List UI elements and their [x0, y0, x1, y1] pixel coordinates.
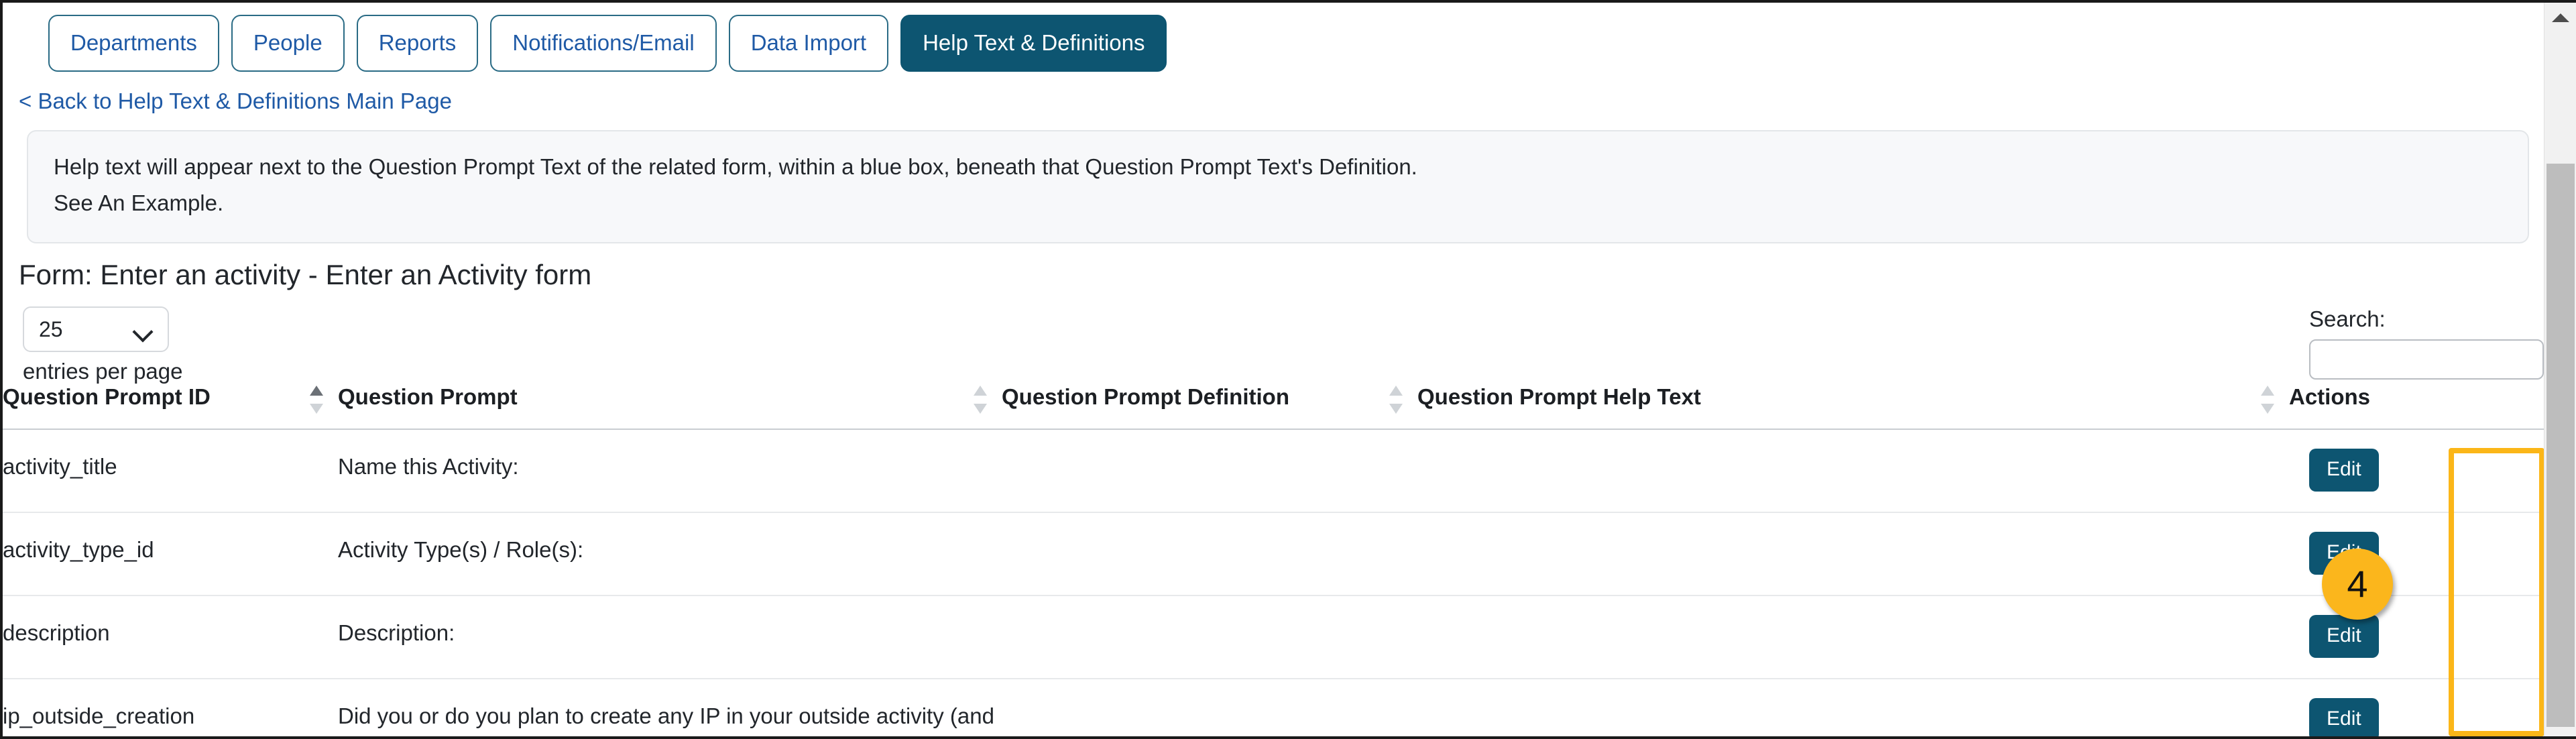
column-header-question-prompt[interactable]: Question Prompt: [338, 384, 1002, 430]
sort-none-icon: [2261, 385, 2274, 414]
column-label: Question Prompt: [338, 384, 518, 409]
search-label: Search:: [2309, 306, 2386, 331]
sort-ascending-icon: [310, 385, 323, 414]
cell-question-prompt: Name this Activity:: [338, 429, 1002, 513]
cell-question-prompt-help-text: [1417, 429, 2289, 513]
table-head: Question Prompt ID Question Prompt Quest…: [3, 384, 2544, 430]
page-length-control: 25 entries per page: [23, 306, 183, 382]
entries-per-page-value: 25: [39, 317, 63, 341]
entries-per-page-label: entries per page: [23, 358, 183, 384]
back-to-main-page-link[interactable]: < Back to Help Text & Definitions Main P…: [19, 90, 452, 112]
table-row: activity_type_id Activity Type(s) / Role…: [3, 512, 2544, 596]
info-panel-line-1: Help text will appear next to the Questi…: [54, 154, 1417, 179]
sort-none-icon: [974, 385, 987, 414]
column-header-question-prompt-definition[interactable]: Question Prompt Definition: [1002, 384, 1417, 430]
cell-question-prompt-help-text: [1417, 679, 2289, 736]
table-row: ip_outside_creation Did you or do you pl…: [3, 679, 2544, 736]
cell-question-prompt-help-text: [1417, 512, 2289, 596]
tab-departments[interactable]: Departments: [48, 15, 219, 72]
cell-question-prompt-help-text: [1417, 595, 2289, 679]
page-title: Form: Enter an activity - Enter an Activ…: [19, 258, 592, 290]
tab-notifications-email[interactable]: Notifications/Email: [490, 15, 717, 72]
cell-question-prompt: Description:: [338, 595, 1002, 679]
table-header-row: Question Prompt ID Question Prompt Quest…: [3, 384, 2544, 430]
edit-button[interactable]: Edit: [2309, 614, 2379, 658]
browser-viewport: Departments People Reports Notifications…: [0, 0, 2576, 739]
entries-per-page-select[interactable]: 25: [23, 306, 169, 352]
column-header-question-prompt-help-text[interactable]: Question Prompt Help Text: [1417, 384, 2289, 430]
column-header-actions: Actions: [2289, 384, 2544, 430]
cell-question-prompt-id: activity_title: [3, 429, 338, 513]
tab-data-import[interactable]: Data Import: [728, 15, 889, 72]
cell-actions: Edit: [2289, 679, 2544, 736]
cell-question-prompt: Activity Type(s) / Role(s):: [338, 512, 1002, 596]
edit-button[interactable]: Edit: [2309, 697, 2379, 736]
table-row: description Description: Edit: [3, 595, 2544, 679]
help-text-table: Question Prompt ID Question Prompt Quest…: [3, 384, 2544, 736]
table-body: activity_title Name this Activity: Edit …: [3, 429, 2544, 736]
search-input[interactable]: [2309, 339, 2544, 380]
chevron-down-icon: [132, 321, 154, 343]
cell-question-prompt-definition: [1002, 429, 1417, 513]
scroll-up-arrow-icon[interactable]: [2551, 13, 2569, 22]
info-panel-line-2: See An Example.: [54, 190, 224, 216]
vertical-scrollbar[interactable]: [2544, 3, 2576, 736]
settings-tab-bar: Departments People Reports Notifications…: [3, 3, 2544, 72]
cell-question-prompt-id: ip_outside_creation: [3, 703, 195, 728]
tab-help-text-definitions[interactable]: Help Text & Definitions: [900, 15, 1167, 72]
step-number-badge: 4: [2322, 549, 2393, 620]
tab-people[interactable]: People: [231, 15, 345, 72]
cell-actions: Edit: [2289, 429, 2544, 513]
cell-question-prompt: Did you or do you plan to create any IP …: [338, 703, 994, 728]
column-label: Question Prompt Definition: [1002, 384, 1289, 409]
column-header-question-prompt-id[interactable]: Question Prompt ID: [3, 384, 338, 430]
scrollbar-thumb[interactable]: [2546, 164, 2575, 727]
cell-question-prompt-id: activity_type_id: [3, 512, 338, 596]
cell-question-prompt-definition: [1002, 512, 1417, 596]
search-control: Search:: [2245, 308, 2544, 380]
info-panel: Help text will appear next to the Questi…: [27, 130, 2529, 243]
page-content: Departments People Reports Notifications…: [3, 3, 2544, 736]
table-controls: 25 entries per page Search:: [3, 306, 2544, 382]
column-label: Question Prompt Help Text: [1417, 384, 1701, 409]
column-label: Question Prompt ID: [3, 384, 211, 409]
sort-none-icon: [1389, 385, 1403, 414]
cell-question-prompt-id: description: [3, 595, 338, 679]
cell-actions: Edit: [2289, 595, 2544, 679]
table-row: activity_title Name this Activity: Edit: [3, 429, 2544, 513]
column-label: Actions: [2289, 384, 2371, 409]
cell-question-prompt-definition: [1002, 595, 1417, 679]
cell-question-prompt-definition: [1002, 679, 1417, 736]
tab-reports[interactable]: Reports: [356, 15, 479, 72]
edit-button[interactable]: Edit: [2309, 448, 2379, 492]
